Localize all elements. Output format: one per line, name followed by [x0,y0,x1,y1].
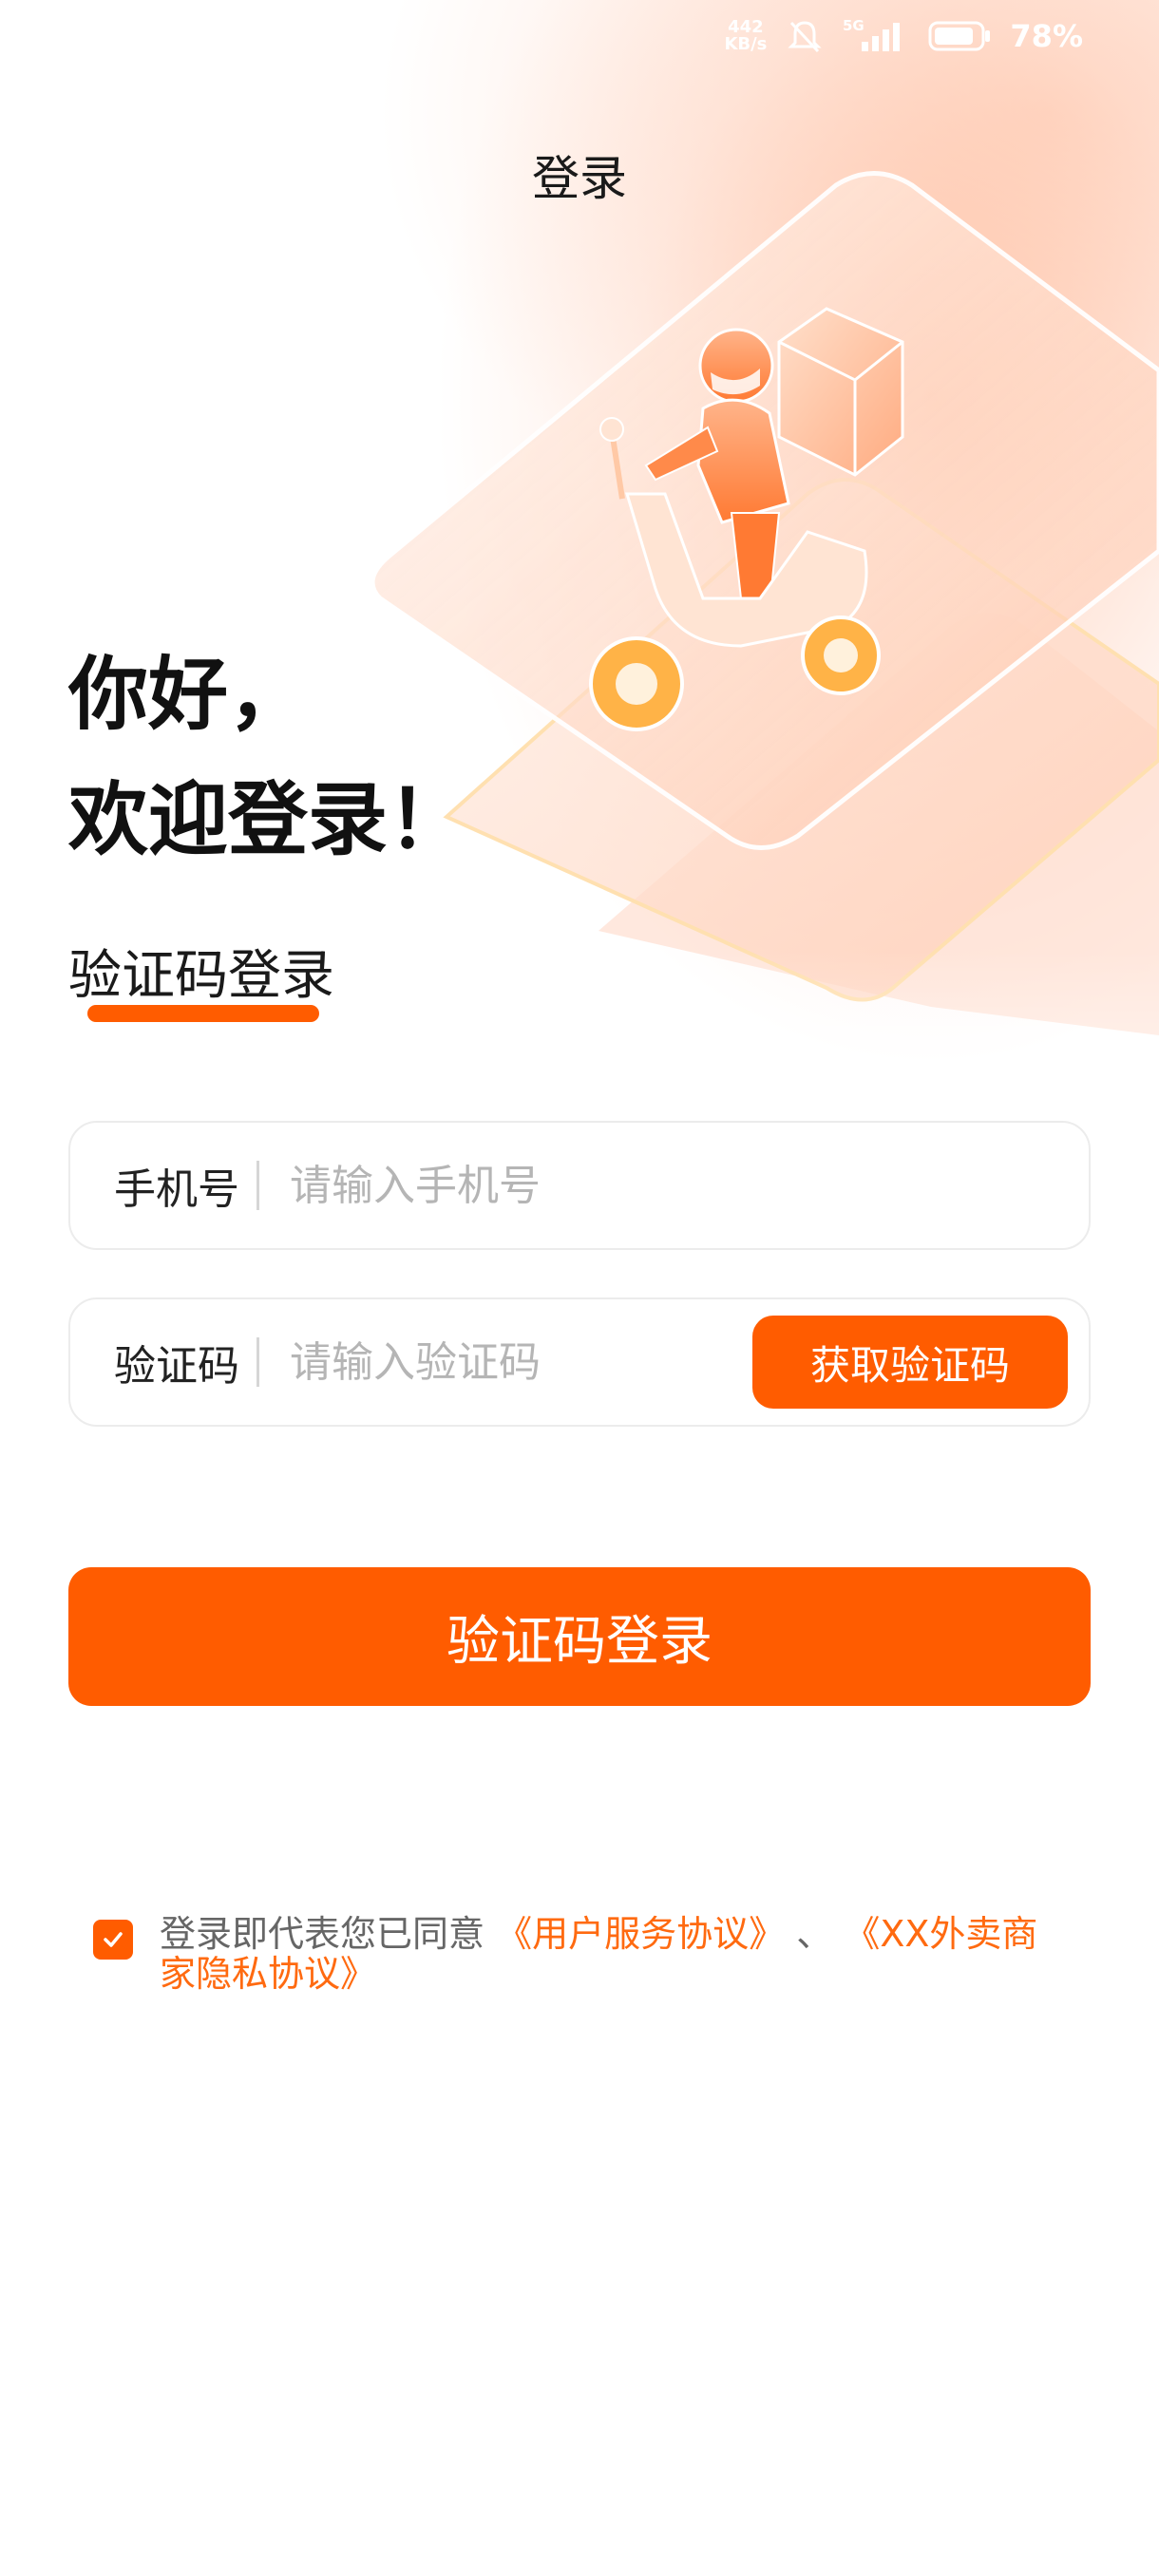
code-field: 验证码 获取验证码 [68,1297,1091,1427]
signal-icon: 5G [843,17,909,55]
get-code-button[interactable]: 获取验证码 [752,1316,1068,1409]
phone-field-label: 手机号 [114,1165,239,1214]
page-title: 登录 [532,151,627,206]
greeting-line-2: 欢迎登录！ [68,773,468,866]
greeting: 你好， 欢迎登录！ [68,632,467,882]
network-speed-unit: KB/s [724,34,768,54]
status-bar: 442 KB/s 5G 78% [724,17,1083,55]
battery-percent: 78% [1010,18,1083,54]
tab-sms-login[interactable]: 验证码登录 [68,933,334,1010]
code-field-divider [256,1337,259,1387]
phone-input[interactable] [288,1160,1089,1211]
battery-icon [928,19,991,53]
code-input[interactable] [288,1336,752,1388]
login-screen: 442 KB/s 5G 78% 登录 你好， 欢迎登录！ 验证码登录 手机号 请… [0,0,1159,2576]
tab-active-indicator [87,1005,319,1022]
code-field-label: 验证码 [114,1342,239,1391]
agreement: 登录即代表您已同意 《用户服务协议》 、 《XX外卖商家隐私协议》 [93,1914,1062,1994]
user-service-agreement-link[interactable]: 《用户服务协议》 [496,1913,785,1955]
phone-field: 手机号 [68,1121,1091,1250]
agreement-prefix: 登录即代表您已同意 [160,1913,485,1955]
mute-bell-icon [786,17,824,55]
network-speed: 442 KB/s [724,19,767,53]
agreement-separator: 、 [796,1913,833,1955]
agreement-checkbox[interactable] [93,1920,133,1960]
agreement-text: 登录即代表您已同意 《用户服务协议》 、 《XX外卖商家隐私协议》 [160,1914,1062,1994]
network-type-label: 5G [843,17,864,34]
greeting-line-1: 你好， [68,648,309,741]
phone-field-divider [256,1161,259,1210]
delivery-rider-illustration [370,171,1159,1035]
sms-login-button[interactable]: 验证码登录 [68,1567,1091,1706]
checkmark-icon [104,1932,123,1947]
